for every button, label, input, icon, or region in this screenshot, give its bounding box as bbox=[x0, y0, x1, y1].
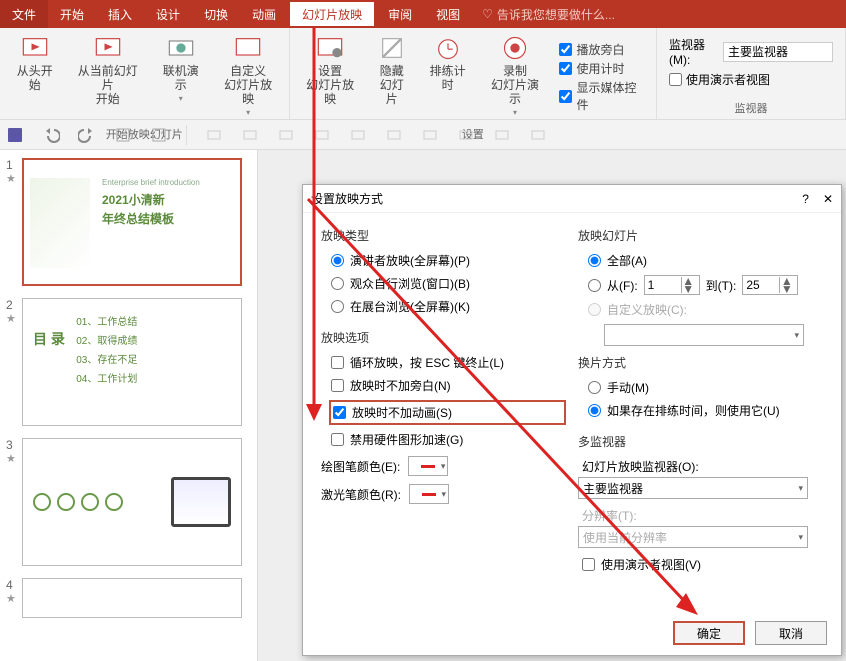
qat-icon-11 bbox=[493, 126, 511, 144]
tab-bar: 文件 开始 插入 设计 切换 动画 幻灯片放映 审阅 视图 ♡告诉我您想要做什么… bbox=[0, 0, 846, 28]
qat-icon-7 bbox=[349, 126, 367, 144]
pen-color-label: 绘图笔颜色(E): bbox=[321, 458, 400, 475]
qat-icon-12 bbox=[529, 126, 547, 144]
tab-insert[interactable]: 插入 bbox=[96, 0, 144, 28]
close-icon[interactable]: ✕ bbox=[823, 192, 833, 206]
check-no-animation[interactable]: 放映时不加动画(S) bbox=[329, 400, 566, 425]
tab-animation[interactable]: 动画 bbox=[240, 0, 288, 28]
custom-show-button[interactable]: 自定义 幻灯片放映▾ bbox=[212, 30, 285, 124]
pen-color-button[interactable] bbox=[408, 456, 448, 476]
qat-icon-9 bbox=[421, 126, 439, 144]
ribbon: 从头开始 从当前幻灯片 开始 联机演示▾ 自定义 幻灯片放映▾ 开始放映幻灯片 … bbox=[0, 28, 846, 120]
radio-browse[interactable]: 观众自行浏览(窗口)(B) bbox=[331, 275, 566, 292]
rehearse-button[interactable]: 排练计时 bbox=[417, 30, 479, 124]
tab-transition[interactable]: 切换 bbox=[192, 0, 240, 28]
tab-slideshow[interactable]: 幻灯片放映 bbox=[288, 0, 376, 28]
qat-icon-1[interactable] bbox=[114, 126, 132, 144]
check-loop[interactable]: 循环放映，按 ESC 键终止(L) bbox=[331, 354, 566, 371]
cancel-button[interactable]: 取消 bbox=[755, 621, 827, 645]
radio-custom-show: 自定义放映(C): bbox=[588, 301, 823, 318]
radio-speaker[interactable]: 演讲者放映(全屏幕)(P) bbox=[331, 252, 566, 269]
lightbulb-icon: ♡ bbox=[482, 7, 493, 21]
check-disable-hw[interactable]: 禁用硬件图形加速(G) bbox=[331, 431, 566, 448]
hide-slide-button[interactable]: 隐藏 幻灯片 bbox=[367, 30, 417, 124]
tab-home[interactable]: 开始 bbox=[48, 0, 96, 28]
qat-icon-4 bbox=[241, 126, 259, 144]
qat-icon-8 bbox=[385, 126, 403, 144]
multi-monitor-title: 多监视器 bbox=[578, 433, 823, 450]
setup-show-dialog: 设置放映方式 ? ✕ 放映类型 演讲者放映(全屏幕)(P) 观众自行浏览(窗口)… bbox=[302, 184, 842, 656]
slide-thumb-2[interactable]: 2★ 目 录 01、工作总结02、取得成绩03、存在不足04、工作计划 bbox=[6, 298, 251, 426]
save-icon[interactable] bbox=[6, 126, 24, 144]
record-button[interactable]: 录制 幻灯片演示▾ bbox=[478, 30, 551, 124]
ok-button[interactable]: 确定 bbox=[673, 621, 745, 645]
redo-icon[interactable] bbox=[78, 126, 96, 144]
to-spin[interactable]: ▲▼ bbox=[742, 275, 798, 295]
tell-me[interactable]: ♡告诉我您想要做什么... bbox=[482, 0, 615, 28]
tab-file[interactable]: 文件 bbox=[0, 0, 48, 28]
show-options-title: 放映选项 bbox=[321, 329, 566, 346]
from-current-button[interactable]: 从当前幻灯片 开始 bbox=[66, 30, 150, 124]
tab-view[interactable]: 视图 bbox=[424, 0, 472, 28]
slide-thumb-3[interactable]: 3★ bbox=[6, 438, 251, 566]
custom-show-combo: ▾ bbox=[604, 324, 804, 346]
advance-title: 换片方式 bbox=[578, 354, 823, 371]
setup-slideshow-button[interactable]: 设置 幻灯片放映 bbox=[294, 30, 367, 124]
qat-icon-2[interactable] bbox=[150, 126, 168, 144]
qat-icon-10 bbox=[457, 126, 475, 144]
show-type-title: 放映类型 bbox=[321, 227, 566, 244]
from-spin[interactable]: ▲▼ bbox=[644, 275, 700, 295]
help-icon[interactable]: ? bbox=[802, 192, 809, 206]
radio-all[interactable]: 全部(A) bbox=[588, 252, 823, 269]
show-media-check[interactable]: 显示媒体控件 bbox=[559, 79, 644, 113]
resolution-label: 分辨率(T): bbox=[582, 507, 823, 524]
monitor-combo-dialog[interactable]: 主要监视器▾ bbox=[578, 477, 808, 499]
dialog-title: 设置放映方式 bbox=[311, 190, 383, 207]
group-monitor-label: 监视器 bbox=[661, 98, 841, 118]
qat-icon-6 bbox=[313, 126, 331, 144]
use-timings-check[interactable]: 使用计时 bbox=[559, 60, 644, 77]
check-no-narration[interactable]: 放映时不加旁白(N) bbox=[331, 377, 566, 394]
from-beginning-button[interactable]: 从头开始 bbox=[4, 30, 66, 124]
radio-kiosk[interactable]: 在展台浏览(全屏幕)(K) bbox=[331, 298, 566, 315]
slide-thumb-4[interactable]: 4★ bbox=[6, 578, 251, 618]
laser-color-label: 激光笔颜色(R): bbox=[321, 486, 401, 503]
tab-design[interactable]: 设计 bbox=[144, 0, 192, 28]
resolution-combo: 使用当前分辨率▾ bbox=[578, 526, 808, 548]
presenter-view-check[interactable]: 使用演示者视图 bbox=[669, 71, 833, 88]
present-online-button[interactable]: 联机演示▾ bbox=[150, 30, 212, 124]
slide-panel: 1★ Enterprise brief introduction 2021小清新… bbox=[0, 150, 258, 661]
qat-icon-5 bbox=[277, 126, 295, 144]
show-slides-title: 放映幻灯片 bbox=[578, 227, 823, 244]
slide-thumb-1[interactable]: 1★ Enterprise brief introduction 2021小清新… bbox=[6, 158, 251, 286]
laser-color-button[interactable] bbox=[409, 484, 449, 504]
radio-from-to[interactable]: 从(F): ▲▼ 到(T): ▲▼ bbox=[588, 275, 823, 295]
qat-icon-3 bbox=[205, 126, 223, 144]
monitor-combo[interactable] bbox=[723, 42, 833, 62]
radio-manual[interactable]: 手动(M) bbox=[588, 379, 823, 396]
radio-timing[interactable]: 如果存在排练时间，则使用它(U) bbox=[588, 402, 823, 419]
undo-icon[interactable] bbox=[42, 126, 60, 144]
tab-review[interactable]: 审阅 bbox=[376, 0, 424, 28]
monitor-label: 监视器(M): bbox=[669, 36, 719, 67]
check-presenter-view[interactable]: 使用演示者视图(V) bbox=[582, 556, 823, 573]
monitor-combo-label: 幻灯片放映监视器(O): bbox=[582, 458, 823, 475]
play-narrations-check[interactable]: 播放旁白 bbox=[559, 41, 644, 58]
